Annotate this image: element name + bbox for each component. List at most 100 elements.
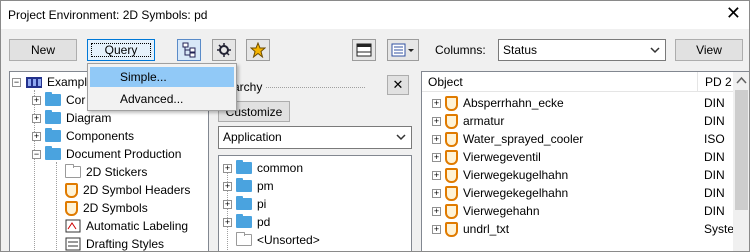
object-pd-value: DIN	[704, 186, 725, 200]
object-name: armatur	[463, 114, 505, 128]
object-row[interactable]: + Absperrhahn_ecke	[432, 94, 564, 112]
tree-item-diagram[interactable]: + Diagram	[32, 109, 111, 127]
expand-icon[interactable]: +	[32, 131, 41, 141]
hierarchy-item-label: <Unsorted>	[257, 233, 320, 247]
view-button[interactable]: View	[675, 39, 743, 61]
hierarchy-item-pd[interactable]: + pd	[223, 213, 270, 231]
tree-item-2d-stickers[interactable]: 2D Stickers	[65, 163, 147, 181]
object-name: Vierwegekegelhahn	[463, 186, 569, 200]
query-menu: Simple... Advanced...	[87, 63, 237, 111]
hierarchy-close-button[interactable]: ✕	[387, 75, 409, 95]
object-pd-cell: DIN	[704, 166, 725, 184]
menu-item-simple[interactable]: Simple...	[90, 67, 234, 87]
object-row[interactable]: + Water_sprayed_cooler	[432, 130, 583, 148]
columns-select[interactable]: Status	[498, 39, 666, 61]
expand-icon[interactable]: +	[223, 163, 232, 173]
expand-icon[interactable]: +	[432, 224, 441, 234]
column-header-object[interactable]: Object	[428, 75, 463, 89]
new-button[interactable]: New	[9, 39, 77, 61]
symbol-icon	[445, 203, 458, 219]
folder-open-icon	[236, 214, 252, 228]
object-pd-value: DIN	[704, 114, 725, 128]
expand-icon[interactable]: +	[432, 206, 441, 216]
scroll-up-icon[interactable]	[733, 72, 750, 89]
hierarchy-item-pm[interactable]: + pm	[223, 177, 274, 195]
collapse-icon[interactable]: −	[32, 149, 41, 159]
list-view-icon	[391, 43, 414, 57]
hierarchy-group: rarchy ✕ Customize Application + common …	[215, 75, 415, 251]
symbol-icon	[445, 221, 458, 237]
tree-item-drafting-styles[interactable]: Drafting Styles	[65, 235, 164, 251]
tree-item-components[interactable]: + Components	[32, 127, 134, 145]
object-name: Vierwegehahn	[463, 204, 540, 218]
column-header-pd[interactable]: PD 2	[705, 75, 732, 89]
hierarchy-item-unsorted[interactable]: <Unsorted>	[236, 231, 320, 249]
view-mode-dropdown[interactable]	[387, 39, 419, 61]
column-divider[interactable]	[697, 72, 698, 92]
tree-item-label: Diagram	[66, 111, 112, 125]
hierarchy-item-common[interactable]: + common	[223, 159, 303, 177]
object-name: Absperrhahn_ecke	[463, 96, 564, 110]
object-row[interactable]: + Vierwegekegelhahn	[432, 184, 568, 202]
tree-item-2d-symbols[interactable]: 2D Symbols	[65, 199, 148, 217]
object-pd-cell: DIN	[704, 94, 725, 112]
hierarchy-select-value: Application	[223, 130, 282, 144]
folder-icon	[65, 164, 81, 178]
expand-icon[interactable]: +	[223, 181, 232, 191]
columns-select-value: Status	[503, 43, 538, 57]
expand-icon[interactable]: +	[432, 134, 441, 144]
expand-icon[interactable]: +	[432, 98, 441, 108]
object-row[interactable]: + undrl_txt	[432, 220, 509, 238]
expand-icon[interactable]: +	[432, 116, 441, 126]
object-name: Vierwegeventil	[463, 150, 541, 164]
expand-icon[interactable]: +	[432, 188, 441, 198]
menu-item-advanced[interactable]: Advanced...	[90, 89, 234, 109]
star-icon	[250, 42, 266, 58]
object-name: Vierwegekugelhahn	[463, 168, 569, 182]
tree-item-document-production[interactable]: − Document Production	[32, 145, 181, 163]
gear-filter-icon	[217, 43, 231, 57]
menu-item-label: Simple...	[120, 70, 167, 84]
object-pd-cell: DIN	[704, 184, 725, 202]
tree-item-2d-symbol-headers[interactable]: 2D Symbol Headers	[65, 181, 190, 199]
object-pd-cell: DIN	[704, 112, 725, 130]
expand-icon[interactable]: +	[432, 152, 441, 162]
object-list-scrollbar[interactable]	[733, 72, 750, 251]
object-pd-value: DIN	[704, 168, 725, 182]
object-row[interactable]: + Vierwegeventil	[432, 148, 541, 166]
favorites-button[interactable]	[246, 39, 270, 61]
tree-item-example[interactable]: − Exampl	[12, 73, 87, 91]
expand-icon[interactable]: +	[223, 199, 232, 209]
hierarchy-select[interactable]: Application	[218, 126, 412, 149]
close-icon: ✕	[392, 77, 404, 92]
close-icon[interactable]: ✕	[726, 3, 741, 23]
window-layout-icon	[356, 43, 372, 57]
folder-icon	[236, 196, 252, 210]
object-row[interactable]: + Vierwegekugelhahn	[432, 166, 568, 184]
view-button-label: View	[696, 43, 722, 57]
window-title: Project Environment: 2D Symbols: pd	[8, 8, 208, 22]
project-environment-window: Project Environment: 2D Symbols: pd ✕ Ne…	[0, 0, 750, 252]
filter-settings-button[interactable]	[212, 39, 236, 61]
query-button[interactable]: Query	[87, 39, 155, 61]
symbol-icon	[445, 131, 458, 147]
hierarchy-item-label: pm	[257, 179, 274, 193]
hierarchy-item-pi[interactable]: + pi	[223, 195, 266, 213]
expand-icon[interactable]: +	[32, 113, 41, 123]
panel-layout-button[interactable]	[352, 39, 376, 61]
collapse-icon[interactable]: −	[12, 77, 21, 87]
hierarchy-item-label: common	[257, 161, 304, 175]
columns-label: Columns:	[435, 43, 486, 57]
expand-icon[interactable]: +	[32, 95, 41, 105]
symbol-icon	[445, 95, 458, 111]
object-row[interactable]: + Vierwegehahn	[432, 202, 540, 220]
focus-rect	[91, 43, 151, 57]
tree-view-toggle[interactable]	[177, 39, 201, 61]
tree-item-cor[interactable]: + Cor	[32, 91, 85, 109]
expand-icon[interactable]: +	[223, 217, 232, 227]
expand-icon[interactable]: +	[432, 170, 441, 180]
tree-item-automatic-labeling[interactable]: Automatic Labeling	[65, 217, 188, 235]
object-row[interactable]: + armatur	[432, 112, 504, 130]
tree-item-label: Components	[66, 129, 135, 143]
scrollbar-thumb[interactable]	[735, 90, 748, 210]
